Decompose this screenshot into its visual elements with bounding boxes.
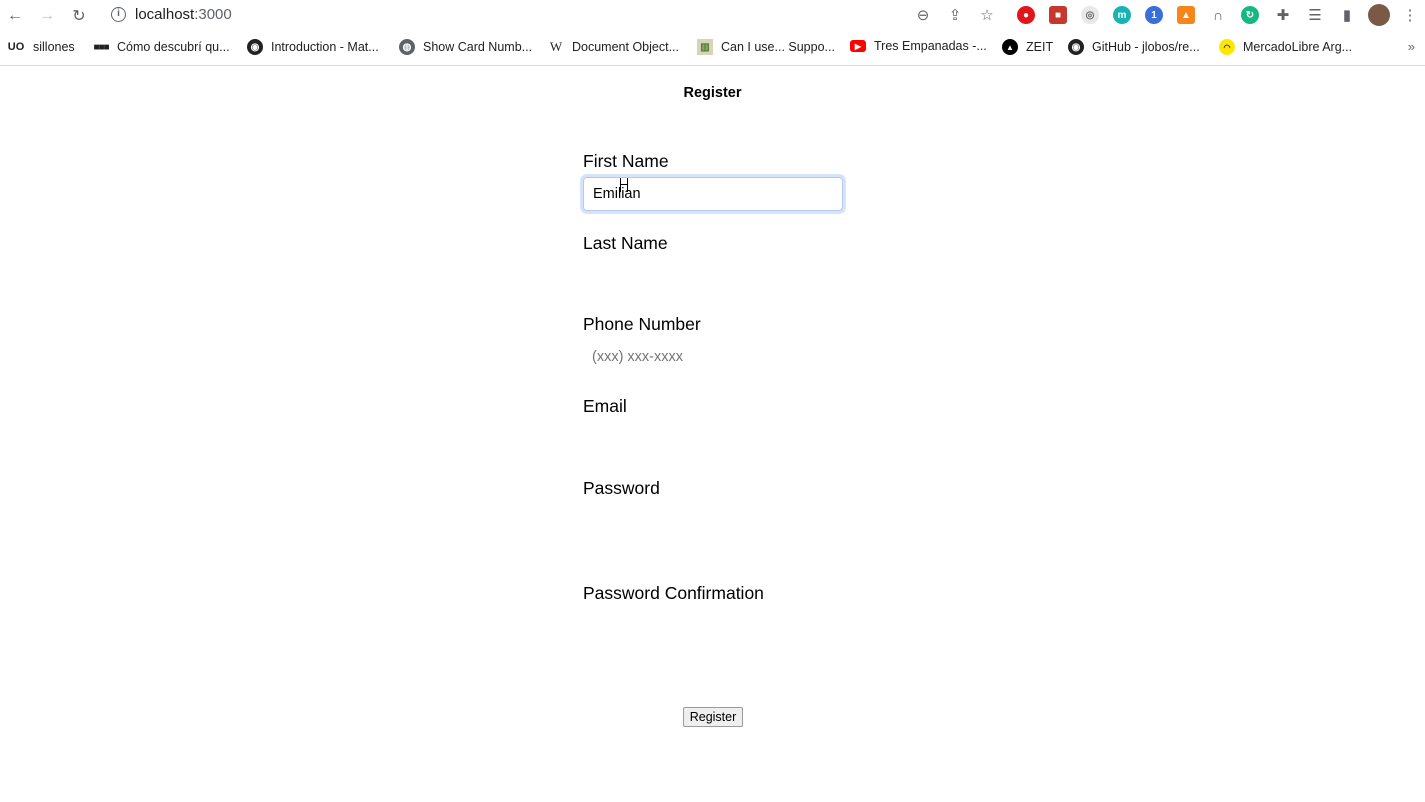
password-label: Password <box>583 478 660 498</box>
menu-kebab-icon[interactable]: ⋮ <box>1400 5 1420 25</box>
back-arrow-icon[interactable]: ← <box>4 5 26 27</box>
mercadolibre-icon: ◠ <box>1219 39 1235 55</box>
phone-number-input[interactable] <box>583 340 843 374</box>
url-host: localhost <box>135 6 195 23</box>
bookmark-item[interactable]: ◍ Show Card Numb... <box>399 39 532 55</box>
bookmark-item[interactable]: ◉ GitHub - jlobos/re... <box>1068 39 1200 55</box>
register-button[interactable]: Register <box>683 707 743 727</box>
bookmark-label: Show Card Numb... <box>423 40 533 54</box>
zeit-icon: ▲ <box>1002 39 1018 55</box>
password-confirmation-label: Password Confirmation <box>583 583 764 603</box>
caniuse-icon: ▥ <box>697 39 713 55</box>
bookmark-label: Introduction - Mat... <box>271 40 379 54</box>
youtube-icon: ▶ <box>850 40 866 52</box>
phone-number-label: Phone Number <box>583 314 701 334</box>
github-icon: ◉ <box>247 39 263 55</box>
bookmark-label: sillones <box>33 40 75 54</box>
bookmark-item[interactable]: ▲ ZEIT <box>1002 39 1053 55</box>
email-input[interactable] <box>583 422 843 456</box>
side-panel-icon[interactable]: ▮ <box>1337 5 1357 25</box>
last-name-input[interactable] <box>583 258 843 292</box>
bookmark-label: Cómo descubrí qu... <box>117 40 230 54</box>
extension-icon[interactable]: ↻ <box>1241 6 1259 24</box>
reload-icon[interactable]: ↻ <box>68 5 90 27</box>
text-cursor-icon <box>620 178 628 192</box>
wikipedia-icon: W <box>549 39 563 54</box>
github-icon: ◉ <box>1068 39 1084 55</box>
url-port: :3000 <box>194 6 232 23</box>
first-name-label: First Name <box>583 151 669 171</box>
password-confirmation-input[interactable] <box>583 609 843 643</box>
bookmark-item[interactable]: W Document Object... <box>548 39 679 55</box>
bookmark-item[interactable]: ▥ Can I use... Suppo... <box>697 39 835 55</box>
last-name-label: Last Name <box>583 233 668 253</box>
page-title: Register <box>683 85 742 101</box>
extension-icon[interactable]: ■ <box>1049 6 1067 24</box>
adblock-extension-icon[interactable]: ● <box>1017 6 1035 24</box>
password-manager-icon[interactable]: 1 <box>1145 6 1163 24</box>
bookmark-star-icon[interactable]: ☆ <box>977 5 997 25</box>
reading-list-icon[interactable]: ☰ <box>1305 5 1325 25</box>
metamask-icon[interactable]: ▲ <box>1177 6 1195 24</box>
forward-arrow-icon[interactable]: → <box>36 5 58 27</box>
bookmark-item[interactable]: ▶ Tres Empanadas -... <box>850 39 987 53</box>
bookmark-label: GitHub - jlobos/re... <box>1092 40 1200 54</box>
address-bar[interactable]: localhost:3000 <box>135 6 232 23</box>
share-icon[interactable]: ⇪ <box>945 5 965 25</box>
bookmark-label: Document Object... <box>572 40 679 54</box>
uo-icon: UO <box>7 41 25 53</box>
site-info-icon[interactable]: i <box>111 7 126 22</box>
extensions-puzzle-icon[interactable]: ✚ <box>1273 5 1293 25</box>
extension-icon[interactable]: ◎ <box>1081 6 1099 24</box>
browser-toolbar: ← → ↻ i localhost:3000 ⊖ ⇪ ☆ ● ■ ◎ m 1 ▲… <box>0 0 1425 31</box>
extension-icon[interactable]: ∩ <box>1209 6 1227 24</box>
profile-avatar[interactable] <box>1368 4 1390 26</box>
password-input[interactable] <box>583 504 843 538</box>
bookmark-label: Tres Empanadas -... <box>874 39 987 53</box>
bookmark-label: Can I use... Suppo... <box>721 40 835 54</box>
extension-icon[interactable]: m <box>1113 6 1131 24</box>
bookmark-item[interactable]: UO sillones <box>7 39 75 55</box>
bookmark-item[interactable]: ◠ MercadoLibre Arg... <box>1219 39 1352 55</box>
globe-icon: ◍ <box>399 39 415 55</box>
email-label: Email <box>583 396 627 416</box>
more-bookmarks-icon[interactable]: » <box>1408 39 1415 54</box>
bookmark-item[interactable]: ■■■ Cómo descubrí qu... <box>93 39 230 55</box>
bookmark-item[interactable]: ◉ Introduction - Mat... <box>247 39 379 55</box>
dots-icon: ■■■ <box>93 41 109 53</box>
bookmark-label: MercadoLibre Arg... <box>1243 40 1353 54</box>
bookmarks-bar: UO sillones ■■■ Cómo descubrí qu... ◉ In… <box>0 31 1425 66</box>
zoom-icon[interactable]: ⊖ <box>913 5 933 25</box>
bookmark-label: ZEIT <box>1026 40 1054 54</box>
